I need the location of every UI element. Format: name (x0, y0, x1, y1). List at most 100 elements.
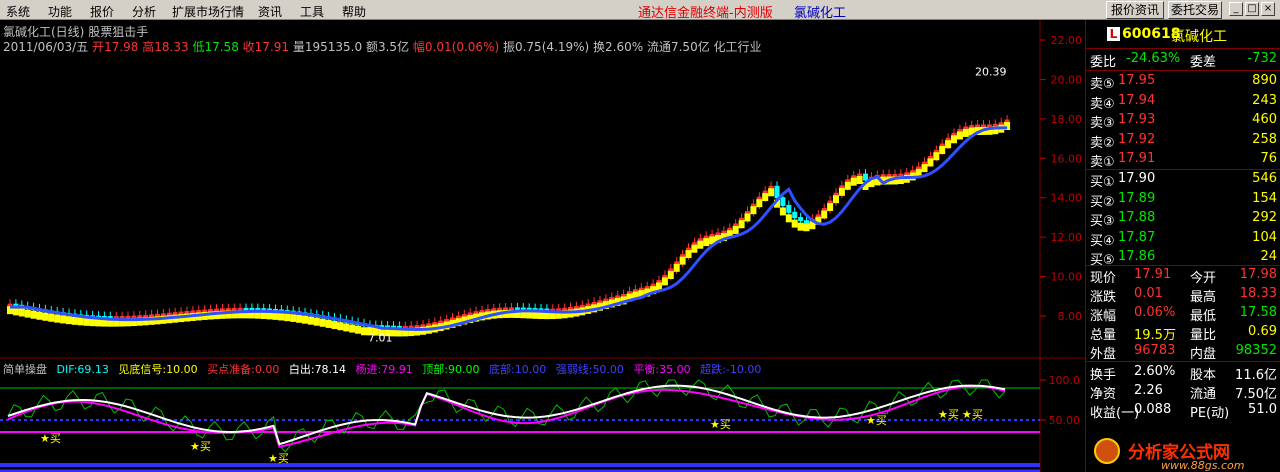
maximize-icon[interactable]: □ (1245, 2, 1259, 16)
signal-band (703, 238, 710, 247)
candle-body (444, 319, 450, 323)
jx-value: 10.00 (166, 363, 198, 376)
candle-body (804, 220, 809, 224)
candle-body (609, 296, 615, 300)
signal-band (850, 177, 857, 186)
signal-band (278, 312, 285, 321)
close-icon[interactable]: × (1261, 2, 1275, 16)
signal-band (319, 318, 326, 327)
buy-star: ★买 (710, 418, 731, 431)
watermark: 分析家公式网 www.88gs.com (1086, 432, 1280, 472)
buy-star: ★买 (938, 408, 959, 421)
chg-value: 0.01(0.06%) (424, 40, 500, 54)
stat2-value: 2.60% (1134, 364, 1176, 379)
ask-label: 卖③ (1090, 116, 1115, 132)
ask-label: 卖① (1090, 155, 1115, 171)
ask-row[interactable]: 卖④ 17.94 243 (1086, 92, 1280, 112)
buy-star: ★买 (190, 440, 211, 453)
candle-body (786, 204, 792, 213)
minimize-icon[interactable]: _ (1229, 2, 1243, 16)
menu-extended-market[interactable]: 扩展市场行情 (172, 3, 244, 20)
ask-price: 17.95 (1118, 73, 1156, 88)
signal-band (762, 193, 769, 202)
candle-body (892, 173, 898, 177)
candle-body (904, 172, 910, 176)
y-tick-label: 8.00 (1058, 310, 1083, 323)
menu-news[interactable]: 资讯 (258, 3, 282, 20)
candle-body (898, 173, 904, 177)
indicator-name[interactable]: 简单操盘 (3, 363, 47, 376)
menu-help[interactable]: 帮助 (342, 3, 366, 20)
signal-band (744, 213, 751, 222)
candle-body (190, 310, 196, 314)
candle-body (438, 320, 444, 324)
candle-body (573, 306, 579, 310)
kline-chart-area[interactable]: 20.39 7.01 ★买 ★买 ★买 ★买 ★买 ★买 ★买 22.00 20.00 18.00… (0, 20, 1085, 472)
ask-volume: 243 (1252, 92, 1277, 108)
bid-row[interactable]: 买③ 17.88 292 (1086, 209, 1280, 229)
quote-info-button[interactable]: 报价资讯 (1106, 1, 1164, 19)
stat-label2: 内盘 (1190, 347, 1217, 362)
stat2-value: 0.088 (1134, 402, 1172, 417)
signal-band (956, 131, 963, 140)
chart-tool: 股票狙击手 (88, 25, 149, 39)
menu-quote[interactable]: 报价 (90, 3, 114, 20)
y-tick-label: 22.00 (1051, 34, 1083, 47)
candle-body (886, 174, 892, 178)
menu-function[interactable]: 功能 (48, 3, 72, 20)
high-label: 高 (142, 40, 155, 54)
signal-band (83, 317, 90, 326)
signal-band (791, 219, 798, 228)
signal-band (337, 322, 344, 331)
ask-row[interactable]: 卖⑤ 17.95 890 (1086, 72, 1280, 92)
stat-value: 17.91 (1134, 267, 1172, 282)
ask-volume: 76 (1260, 151, 1277, 167)
signal-band (838, 187, 845, 196)
ask-row[interactable]: 卖② 17.92 258 (1086, 131, 1280, 151)
menu-system[interactable]: 系统 (6, 3, 30, 20)
candle-body (603, 298, 609, 302)
menu-analysis[interactable]: 分析 (132, 3, 156, 20)
ask-price: 17.92 (1118, 131, 1156, 147)
stat-label: 总量 (1090, 328, 1117, 343)
menu-tools[interactable]: 工具 (300, 3, 324, 20)
close-value: 17.91 (254, 40, 290, 54)
ask-price: 17.93 (1118, 112, 1156, 128)
signal-band (945, 140, 952, 149)
stat-value2: 17.98 (1239, 267, 1277, 282)
stat2-label2: 股本 (1190, 368, 1217, 383)
y-tick-label: 10.00 (1051, 271, 1083, 284)
kline-svg[interactable]: 20.397.01 ★买★买★买★买 ★买 ★买 ★买 22.0020.0018.00… (0, 20, 1085, 472)
stat2-row: 收益(一) 0.088 PE(动) 51.0 (1086, 401, 1280, 421)
stat-row: 现价 17.91 今开 17.98 (1086, 266, 1280, 286)
ask-row[interactable]: 卖① 17.91 76 (1086, 150, 1280, 171)
candle-body (514, 307, 520, 311)
amp-value: 0.75(4.19%) (514, 40, 590, 54)
buy-star: ★买 (962, 408, 983, 421)
bid-row[interactable]: 买② 17.89 154 (1086, 190, 1280, 210)
signal-band (302, 315, 308, 324)
candle-body (992, 123, 998, 127)
stat-row: 总量 19.5万 量比 0.69 (1086, 323, 1280, 343)
trade-button[interactable]: 委托交易 (1168, 1, 1222, 19)
signal-band (821, 210, 828, 219)
bc-value: 78.14 (314, 363, 347, 376)
indicator-group: ★买★买★买★买 ★买 ★买 ★买 (0, 379, 1040, 472)
stat-row: 涨跌 0.01 最高 18.33 (1086, 285, 1280, 305)
y-tick-label: 16.00 (1051, 152, 1083, 165)
cd-value: -10.00 (725, 363, 762, 376)
signal-band (24, 309, 31, 318)
menu-bar: 系统 功能 报价 分析 扩展市场行情 资讯 工具 帮助 通达信金融终端-内测版 … (0, 0, 1280, 21)
signal-band (738, 220, 745, 229)
mj-value: 79.91 (381, 363, 413, 376)
amt-label: 额 (365, 40, 378, 54)
candle-body (202, 309, 208, 313)
quote-title-row: L 600618 氯碱化工 (1086, 26, 1280, 46)
ask-row[interactable]: 卖③ 17.93 460 (1086, 111, 1280, 132)
stat-value: 19.5万 (1134, 328, 1176, 343)
max-price-label: 20.39 (975, 66, 1007, 79)
signal-band (349, 324, 356, 333)
bid-row[interactable]: 买④ 17.87 104 (1086, 229, 1280, 249)
bar-date: 2011/06/03/五 (3, 40, 89, 54)
bid-row[interactable]: 买① 17.90 546 (1086, 170, 1280, 190)
